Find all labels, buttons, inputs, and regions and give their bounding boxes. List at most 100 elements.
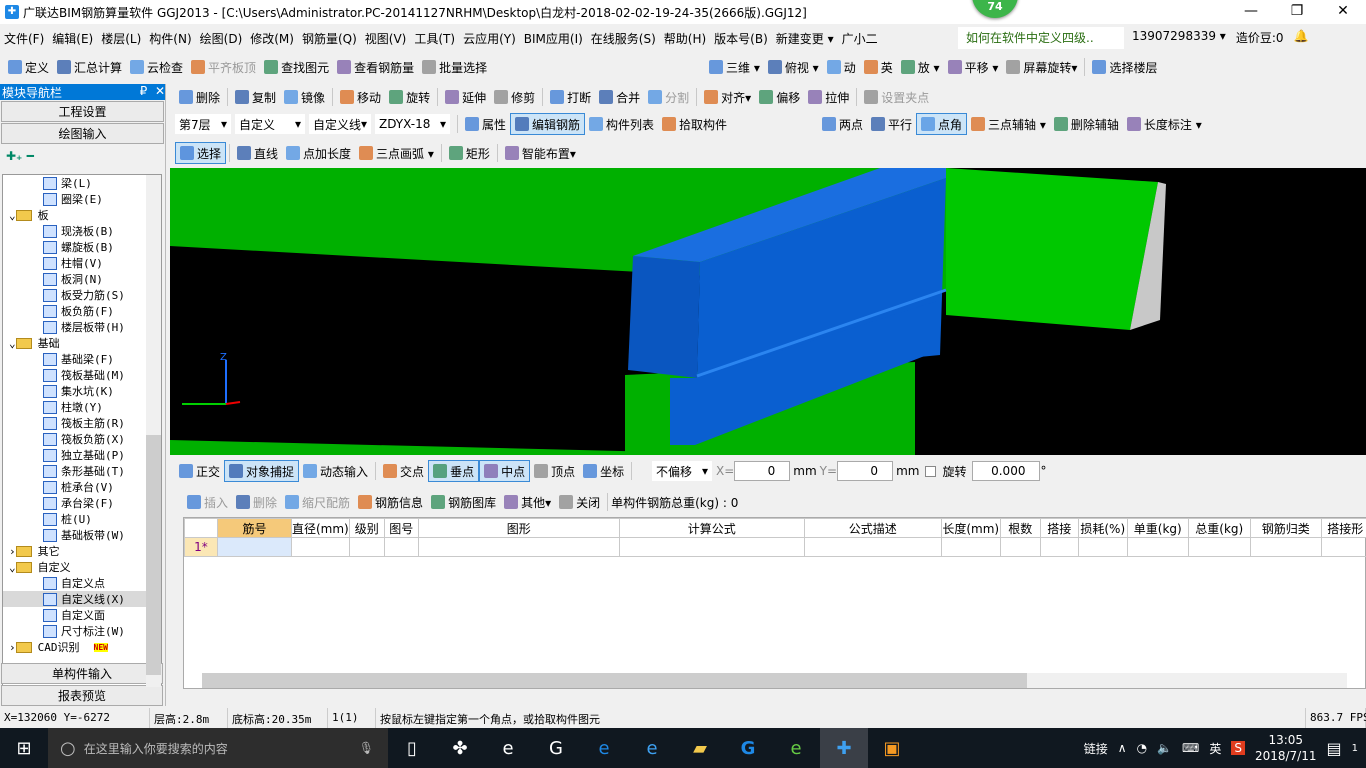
toolbar-button-1[interactable]: 删除 — [232, 491, 281, 513]
3d-viewport[interactable]: Z — [170, 168, 1366, 455]
tree-node[interactable]: 尺寸标注(W) — [3, 623, 146, 639]
chevron-down-icon[interactable]: ⌄ — [9, 561, 16, 574]
account-menu[interactable]: 13907298339 ▾ — [1132, 29, 1226, 46]
project-settings-button[interactable]: 工程设置 — [1, 101, 164, 122]
toolbar-button-2[interactable]: 构件列表 — [585, 113, 658, 135]
minimize-button[interactable]: — — [1228, 0, 1274, 24]
grid-cell[interactable] — [417, 537, 620, 557]
app-notify-icon[interactable]: G — [532, 728, 580, 768]
menu-item-11[interactable]: 在线服务(S) — [587, 30, 660, 47]
column-header[interactable] — [184, 518, 218, 538]
column-header[interactable]: 搭接形 — [1320, 518, 1366, 538]
menu-item-1[interactable]: 编辑(E) — [48, 30, 97, 47]
toolbar-button-11[interactable]: 偏移 — [755, 86, 804, 108]
toolbar-button-0[interactable]: 属性 — [461, 113, 510, 135]
column-header[interactable]: 单重(kg) — [1126, 518, 1189, 538]
tree-node[interactable]: 自定义线(X) — [3, 591, 146, 607]
tree-node[interactable]: 基础梁(F) — [3, 351, 146, 367]
menu-item-8[interactable]: 工具(T) — [410, 30, 459, 47]
toolbar-button-5[interactable]: 长度标注 ▾ — [1123, 113, 1206, 135]
toolbar-button-4[interactable]: 矩形 — [445, 142, 494, 164]
menu-item-6[interactable]: 钢筋量(Q) — [298, 30, 361, 47]
grid-cell[interactable] — [383, 537, 419, 557]
toolbar-button-3[interactable]: 三点画弧 ▾ — [355, 142, 438, 164]
toolbar-button-8[interactable]: 合并 — [595, 86, 644, 108]
network-icon[interactable]: ◔ — [1137, 741, 1147, 755]
collapse-all-icon[interactable]: ━ — [27, 149, 34, 163]
column-header[interactable]: 级别 — [348, 518, 385, 538]
y-input[interactable]: 0 — [837, 461, 894, 481]
toolbar-button-4[interactable]: 垂点 — [428, 460, 480, 482]
toolbar-button-0[interactable]: 定义 — [4, 56, 53, 78]
toolbar-button-5[interactable]: 平移 ▾ — [944, 56, 1003, 78]
notes-app-icon[interactable]: ▣ — [868, 728, 916, 768]
tree-node[interactable]: 筏板基础(M) — [3, 367, 146, 383]
menu-item-7[interactable]: 视图(V) — [361, 30, 411, 47]
report-preview-button[interactable]: 报表预览 — [1, 685, 163, 706]
toolbar-button-1[interactable]: 对象捕捉 — [224, 460, 300, 482]
tree-node[interactable]: 螺旋板(B) — [3, 239, 146, 255]
keyboard-icon[interactable]: ⌨ — [1182, 741, 1199, 755]
toolbar-button-0[interactable]: 正交 — [175, 460, 224, 482]
toolbar-button-5[interactable]: 其他▾ — [500, 491, 555, 513]
tree-node[interactable]: 承台梁(F) — [3, 495, 146, 511]
toolbar-button-6[interactable]: 顶点 — [530, 460, 579, 482]
file-explorer-icon[interactable]: ▰ — [676, 728, 724, 768]
taskbar-search[interactable]: ○ 在这里输入你要搜索的内容 🎙 — [48, 728, 388, 768]
toolbar-button-2[interactable]: 云检查 — [126, 56, 187, 78]
toolbar-button-6[interactable]: 修剪 — [490, 86, 539, 108]
toolbar-button-1[interactable]: 俯视 ▾ — [764, 56, 823, 78]
tree-node[interactable]: 基础板带(W) — [3, 527, 146, 543]
tree-node[interactable]: 自定义点 — [3, 575, 146, 591]
tree-node[interactable]: ⌄ 板 — [3, 207, 146, 223]
column-header[interactable]: 长度(mm) — [940, 518, 1001, 538]
toolbar-button-9[interactable]: 分割 — [644, 86, 693, 108]
grid-cell[interactable] — [1187, 537, 1251, 557]
toolbar-button-4[interactable]: 删除辅轴 — [1050, 113, 1123, 135]
tree-node[interactable]: 筏板主筋(R) — [3, 415, 146, 431]
grid-cell[interactable] — [291, 537, 350, 557]
column-header[interactable]: 筋号 — [217, 518, 292, 538]
menu-item-4[interactable]: 绘图(D) — [196, 30, 247, 47]
select-name[interactable]: ZDYX-18 ▾ — [375, 114, 450, 134]
toolbar-button-4[interactable]: 查找图元 — [260, 56, 333, 78]
tree-node[interactable]: 梁(L) — [3, 175, 146, 191]
tree-node[interactable]: 楼层板带(H) — [3, 319, 146, 335]
toolbar-button-1[interactable]: 汇总计算 — [53, 56, 126, 78]
grid-cell[interactable] — [1320, 537, 1366, 557]
drawing-input-button[interactable]: 绘图输入 — [1, 123, 164, 144]
column-header[interactable]: 搭接 — [1039, 518, 1079, 538]
toolbar-button-1[interactable]: 编辑钢筋 — [510, 113, 586, 135]
toolbar-button-6[interactable]: 屏幕旋转▾ — [1002, 56, 1081, 78]
tree-node[interactable]: 独立基础(P) — [3, 447, 146, 463]
toolbar-button-5[interactable]: 中点 — [479, 460, 531, 482]
tree-node[interactable]: › 其它 — [3, 543, 146, 559]
menu-item-15[interactable]: 广小二 — [838, 30, 882, 47]
toolbar-button-3[interactable]: 三点辅轴 ▾ — [967, 113, 1050, 135]
toolbar-button-4[interactable]: 放 ▾ — [897, 56, 944, 78]
grid-cell[interactable] — [1039, 537, 1079, 557]
chevron-down-icon[interactable]: ⌄ — [9, 337, 16, 350]
menu-item-5[interactable]: 修改(M) — [246, 30, 298, 47]
expand-all-icon[interactable]: ✚₊ — [6, 149, 22, 163]
ggj-app-icon[interactable]: ✚ — [820, 728, 868, 768]
tree-node[interactable]: › CAD识别 NEW — [3, 639, 146, 655]
column-header[interactable]: 公式描述 — [803, 518, 942, 538]
sogou-icon[interactable]: S — [1231, 741, 1245, 755]
menu-item-10[interactable]: BIM应用(I) — [520, 30, 587, 47]
notification-center-icon[interactable]: ▤ — [1327, 739, 1342, 758]
select-floor[interactable]: 第7层 ▾ — [175, 114, 231, 134]
offset-select[interactable]: 不偏移 ▾ — [652, 461, 712, 481]
column-header[interactable]: 损耗(%) — [1077, 518, 1128, 538]
tree-node[interactable]: 条形基础(T) — [3, 463, 146, 479]
green-browser-icon[interactable]: e — [772, 728, 820, 768]
grid-hscrollbar[interactable] — [202, 673, 1347, 688]
toolbar-button-0[interactable]: 删除 — [175, 86, 224, 108]
ie-icon[interactable]: e — [628, 728, 676, 768]
column-header[interactable]: 图号 — [383, 518, 419, 538]
rotate-input[interactable]: 0.000 — [972, 461, 1041, 481]
chevron-down-icon[interactable]: ⌄ — [9, 209, 16, 222]
toolbar-button-0[interactable]: 三维 ▾ — [705, 56, 764, 78]
toolbar-button-1[interactable]: 复制 — [231, 86, 280, 108]
select-type[interactable]: 自定义 ▾ — [235, 114, 305, 134]
